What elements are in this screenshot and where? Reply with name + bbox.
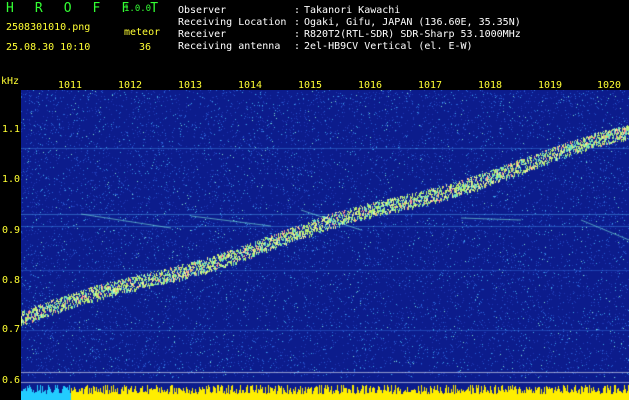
spectrogram-plot <box>21 90 629 400</box>
y-tick-label: 1.1 <box>2 124 21 135</box>
colon-separator: : <box>294 5 301 16</box>
timestamp-label: 25.08.30 10:10 <box>6 42 91 53</box>
y-tick-label: 0.9 <box>2 225 21 236</box>
colon-separator: : <box>294 29 301 40</box>
observer-value: Takanori Kawachi <box>304 5 401 16</box>
antenna-value: 2el-HB9CV Vertical (el. E-W) <box>304 41 473 52</box>
colon-separator: : <box>294 41 301 52</box>
location-key: Receiving Location <box>178 17 287 28</box>
colon-separator: : <box>294 17 301 28</box>
count-label: 36 <box>139 42 152 53</box>
header-panel: H R O F F T 1.0.0 2508301010.png meteor … <box>0 0 629 74</box>
receiver-value: R820T2(RTL-SDR) SDR-Sharp 53.1000MHz <box>304 29 521 40</box>
y-tick-label: 1.0 <box>2 174 21 185</box>
mode-label: meteor <box>124 27 161 38</box>
receiver-key: Receiver <box>178 29 227 40</box>
location-value: Ogaki, Gifu, JAPAN (136.60E, 35.35N) <box>304 17 521 28</box>
y-tick-label: 0.8 <box>2 275 21 286</box>
antenna-key: Receiving antenna <box>178 41 281 52</box>
spectrogram-canvas <box>21 90 629 400</box>
y-tick-label: 0.6 <box>2 375 21 386</box>
y-unit-label: kHz <box>1 76 20 87</box>
observer-key: Observer <box>178 5 227 16</box>
version-label: 1.0.0 <box>124 4 152 14</box>
filename-label: 2508301010.png <box>6 22 91 33</box>
y-axis <box>0 74 21 400</box>
y-tick-label: 0.7 <box>2 324 21 335</box>
